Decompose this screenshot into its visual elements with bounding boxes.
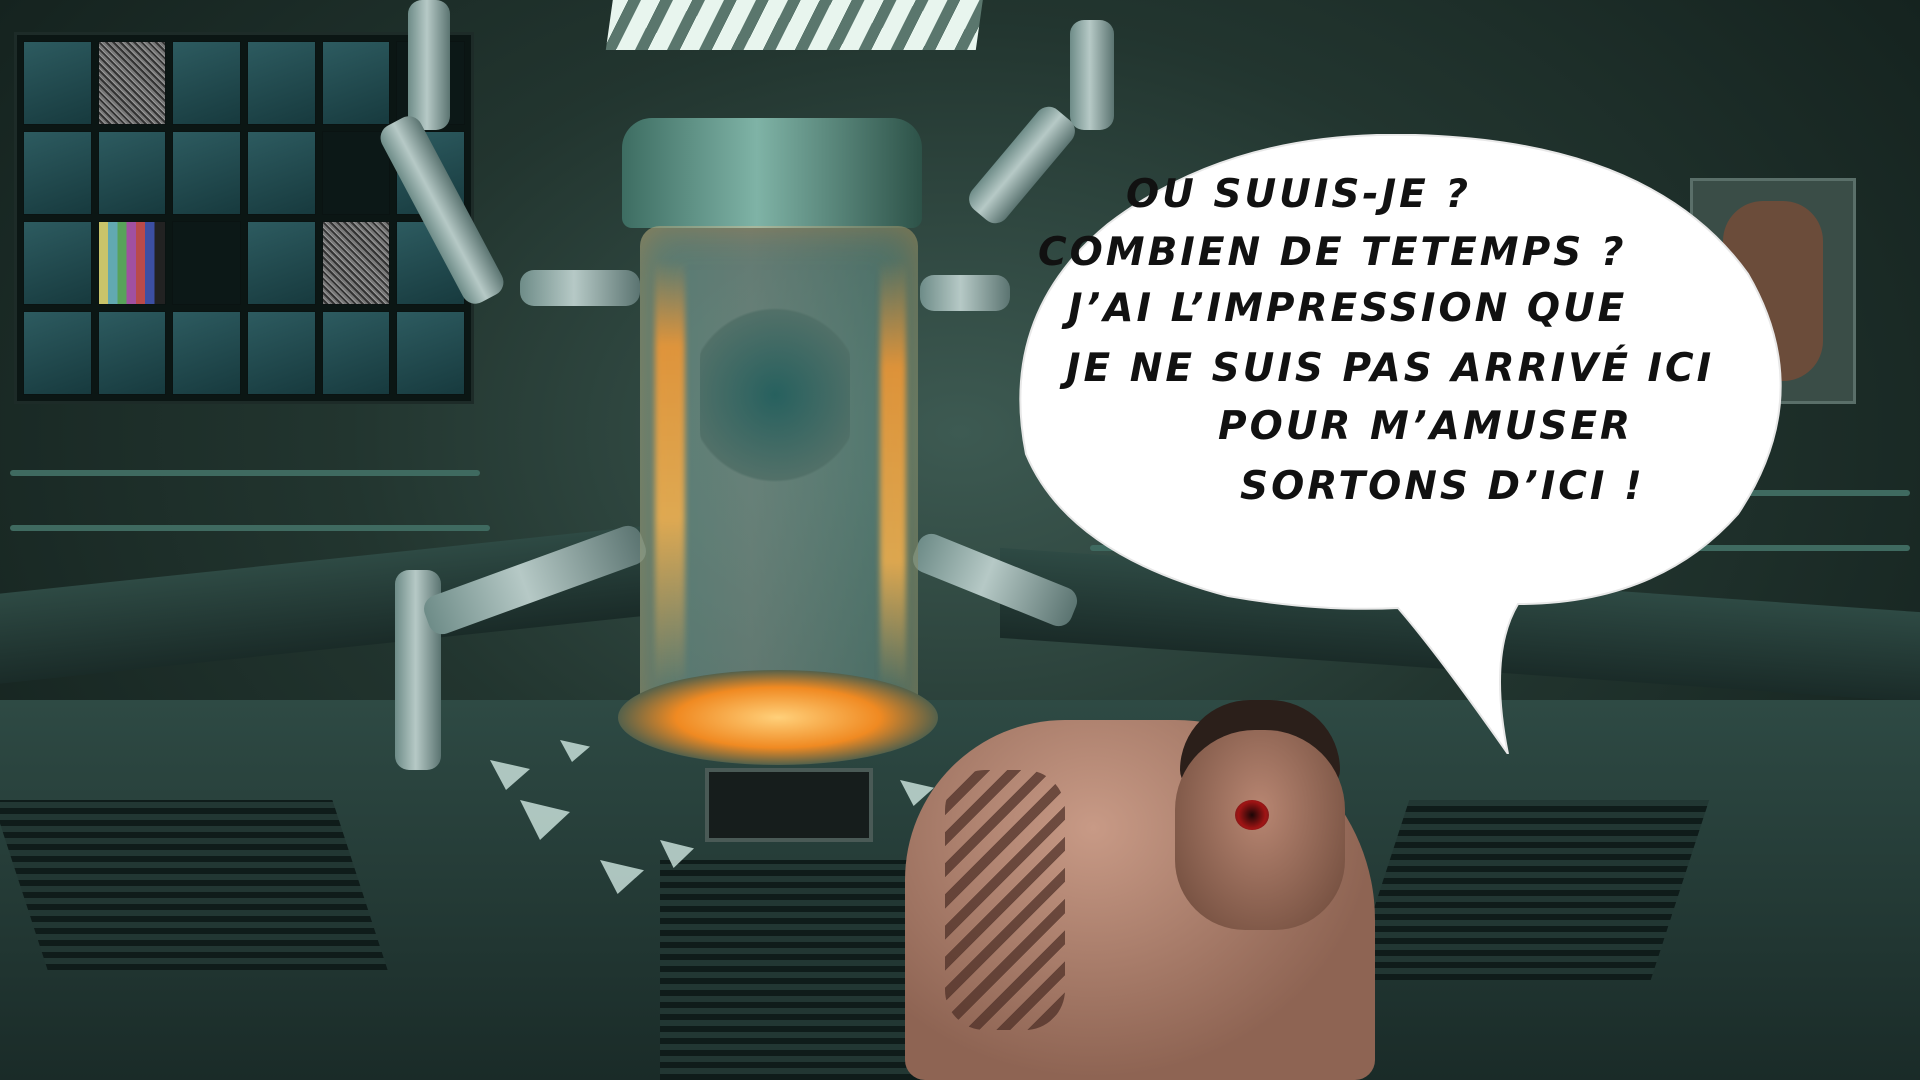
character-head [1175,730,1345,930]
monitor-screen [172,41,241,125]
monitor-screen [97,221,167,305]
ceiling-light [605,0,985,50]
monitor-screen [23,131,92,215]
monitor-screen [172,311,241,395]
speech-line: POUR M’AMUSER [1218,404,1634,449]
monitor-screen [23,311,92,395]
speech-bubble: OU SUUIS-JE ? COMBIEN DE TETEMPS ? J’AI … [1018,134,1790,754]
railing [10,525,490,531]
monitor-screen [23,41,92,125]
monitor-screen [246,41,316,125]
monitor-screen [246,221,316,305]
speech-line: COMBIEN DE TETEMPS ? [1038,230,1627,275]
railing [10,470,480,476]
monitor-screen [172,221,241,305]
fire-effect [655,260,685,690]
floor-grate [0,800,388,970]
pipe [1070,20,1114,130]
monitor-screen [321,221,391,305]
monitor-screen [172,131,241,215]
fire-effect [880,260,906,690]
monitor-screen [396,311,465,395]
monitor-screen [97,131,167,215]
walkway [0,526,640,684]
monitor-screen [246,311,316,395]
monitor-screen [97,311,167,395]
head-wound [1235,800,1269,830]
monitor-screen [246,131,316,215]
cryo-tank-base [618,670,938,765]
monitor-wall [14,32,474,404]
cryo-tank-cap [622,118,922,228]
floor-grate [1350,800,1710,980]
speech-line: JE NE SUIS PAS ARRIVÉ ICI [1066,346,1715,391]
game-scene: OU SUUIS-JE ? COMBIEN DE TETEMPS ? J’AI … [0,0,1920,1080]
speech-line: SORTONS D’ICI ! [1240,464,1645,509]
monitor-screen [321,41,391,125]
monitor-screen [321,131,391,215]
speech-line: OU SUUIS-JE ? [1126,172,1471,217]
monitor-screen [97,41,167,125]
floor-grate [660,860,920,1080]
monitor-screen [321,311,391,395]
speech-line: J’AI L’IMPRESSION QUE [1068,286,1628,331]
speech-text: OU SUUIS-JE ? COMBIEN DE TETEMPS ? J’AI … [1018,134,1790,600]
skull-plaque [705,768,873,842]
pipe [408,0,450,130]
tank-silhouette [700,300,850,490]
pipe [520,270,640,306]
pipe [920,275,1010,311]
character-tattoo [945,770,1065,1030]
monitor-screen [23,221,92,305]
